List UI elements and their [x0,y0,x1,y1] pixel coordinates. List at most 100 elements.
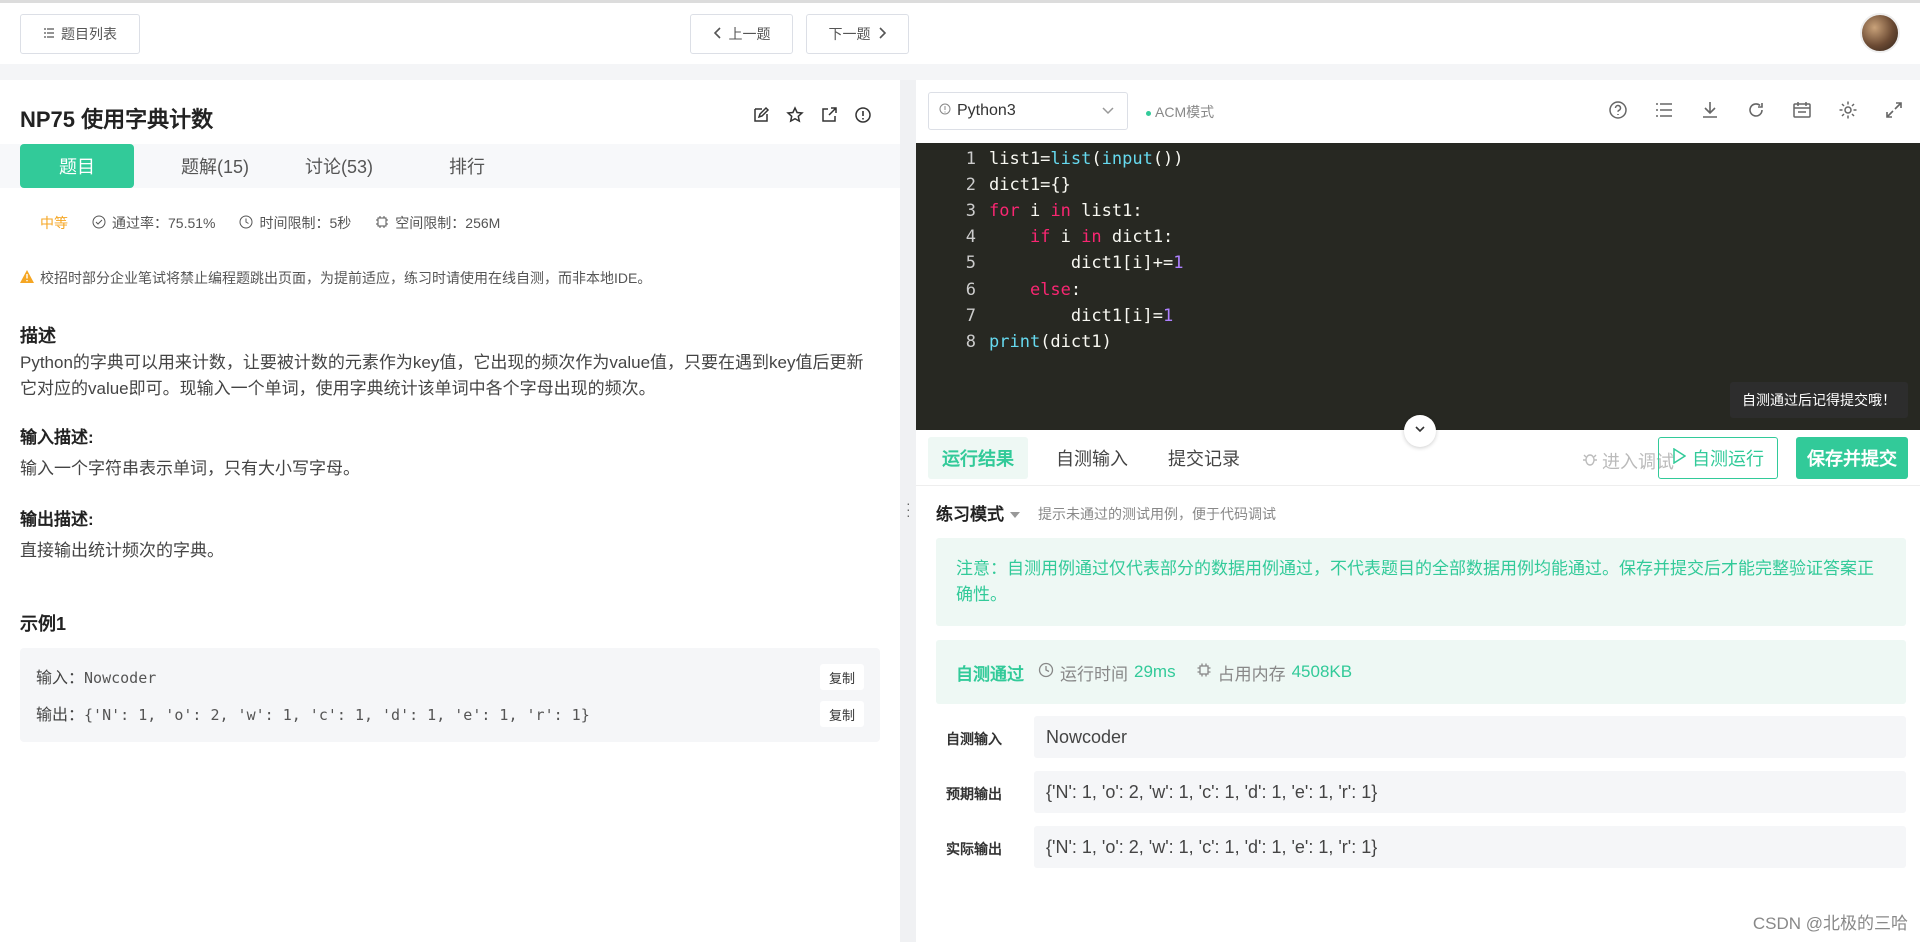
actual-output-label: 实际输出 [946,841,1002,857]
chip-icon [1196,662,1212,683]
list-icon [43,26,55,42]
copy-input-button[interactable]: 复制 [820,664,864,690]
code-line-3: for i in list1: [989,201,1143,221]
line-number: 3 [965,201,976,221]
language-select[interactable]: Python3 [928,92,1128,130]
refresh-icon[interactable] [1746,100,1766,120]
practice-mode-dropdown[interactable]: 练习模式 [936,500,1020,525]
help-icon[interactable] [1608,100,1628,120]
output-heading: 输出描述: [20,510,94,529]
expected-output-value: {'N': 1, 'o': 2, 'w': 1, 'c': 1, 'd': 1,… [1034,771,1906,813]
runtime-label: 运行时间 [1060,664,1128,684]
practice-mode-hint: 提示未通过的测试用例，便于代码调试 [1038,506,1276,522]
clock-icon [239,215,253,232]
list-icon[interactable] [1654,100,1674,120]
tab-solutions[interactable]: 题解(15) [160,144,270,188]
tab-submissions[interactable]: 提交记录 [1154,437,1254,479]
caret-down-icon [1010,503,1020,523]
copy-output-button[interactable]: 复制 [820,701,864,727]
line-number: 4 [965,227,976,247]
language-value: Python3 [957,102,1016,119]
actual-output-value: {'N': 1, 'o': 2, 'w': 1, 'c': 1, 'd': 1,… [1034,826,1906,868]
result-tabs: 运行结果 自测输入 提交记录 进入调试 自测运行 保存并提交 [916,430,1920,486]
submit-reminder-tooltip: 自测通过后记得提交哦！ [1730,382,1908,418]
space-limit-text: 空间限制：256M [395,215,501,231]
problem-tabs: 题目 题解(15) 讨论(53) 排行 [0,144,900,188]
line-number: 2 [965,175,976,195]
tab-custom-input[interactable]: 自测输入 [1042,437,1142,479]
external-link-icon[interactable] [820,106,838,124]
chip-icon [375,215,389,232]
time-limit-text: 时间限制：5秒 [259,215,352,231]
description-heading: 描述 [20,326,56,346]
example-heading: 示例1 [20,614,67,634]
practice-mode-label: 练习模式 [936,505,1004,524]
runtime-value: 29ms [1134,662,1176,681]
example-input-value: Nowcoder [84,669,157,687]
time-limit: 时间限制：5秒 [239,213,351,233]
watermark: CSDN @北极的三哈 [1752,914,1908,933]
info-circle-icon [939,102,951,120]
info-icon[interactable] [854,106,872,124]
next-problem-button[interactable]: 下一题 [806,14,909,54]
expected-output-label: 预期输出 [946,786,1002,802]
drag-handle-icon[interactable]: · · · [906,496,911,522]
ide-warning: 校招时部分企业笔试将禁止编程题跳出页面，为提前适应，练习时请使用在线自测，而非本… [20,268,651,288]
problem-meta: 中等 通过率：75.51% 时间限制：5秒 空间限制：256M [40,213,500,233]
play-icon [1672,447,1687,469]
editor-toolbar [1608,100,1904,120]
code-line-6: else: [1029,280,1082,300]
code-line-1: list1=list(input()) [989,149,1184,169]
title-actions [752,106,872,124]
avatar[interactable] [1860,13,1900,53]
notice-banner: 注意：自测用例通过仅代表部分的数据用例通过，不代表题目的全部数据用例均能通过。保… [936,538,1906,626]
chevron-down-icon [1101,103,1115,122]
clock-icon [1038,662,1054,683]
line-number: 1 [965,149,976,169]
star-icon[interactable] [786,106,804,124]
download-icon[interactable] [1700,100,1720,120]
line-number: 5 [965,253,976,273]
code-line-4: if i in dict1: [1029,227,1174,247]
tab-ranking[interactable]: 排行 [412,144,522,188]
top-bar: 题目列表 上一题 下一题 [0,0,1920,64]
acm-mode-label: ACM模式 [1146,102,1214,122]
code-line-5: dict1[i]+=1 [989,253,1184,273]
input-heading: 输入描述: [20,428,94,447]
input-description: 输入一个字符串表示单词，只有大小写字母。 [20,459,360,478]
problem-title: NP75 使用字典计数 [20,107,214,132]
edit-icon[interactable] [752,106,770,124]
code-line-2: dict1={} [989,175,1071,195]
tab-run-result[interactable]: 运行结果 [928,437,1028,479]
self-input-value: Nowcoder [1034,716,1906,758]
problem-list-button[interactable]: 题目列表 [20,14,140,54]
problem-list-label: 题目列表 [61,26,117,42]
chevron-left-icon [713,26,723,42]
chevron-right-icon [877,26,887,42]
run-label: 自测运行 [1692,449,1764,469]
output-description: 直接输出统计频次的字典。 [20,541,224,560]
gear-icon[interactable] [1838,100,1858,120]
line-number: 8 [965,332,976,352]
example-output-row: 输出：{'N': 1, 'o': 2, 'w': 1, 'c': 1, 'd':… [36,701,590,725]
calendar-icon[interactable] [1792,100,1812,120]
example-output-label: 输出： [36,707,85,724]
status-badge: 自测通过 [956,664,1024,684]
warning-text: 校招时部分企业笔试将禁止编程题跳出页面，为提前适应，练习时请使用在线自测，而非本… [40,270,652,286]
line-number: 7 [965,306,976,326]
code-line-8: print(dict1) [989,332,1112,352]
tab-discussion[interactable]: 讨论(53) [284,144,394,188]
submit-button[interactable]: 保存并提交 [1796,437,1908,479]
line-number: 6 [965,280,976,300]
memory: 占用内存 4508KB [1196,660,1352,685]
example-box: 输入：Nowcoder 复制 输出：{'N': 1, 'o': 2, 'w': … [20,648,880,742]
memory-label: 占用内存 [1217,664,1286,684]
run-button[interactable]: 自测运行 [1658,437,1778,479]
problem-panel: NP75 使用字典计数 题目 题解(15) 讨论(53) 排行 中等 通过率：7… [0,80,900,942]
fullscreen-icon[interactable] [1884,100,1904,120]
code-line-7: dict1[i]=1 [989,306,1174,326]
example-input-label: 输入： [36,670,85,687]
prev-problem-button[interactable]: 上一题 [690,14,793,54]
next-label: 下一题 [828,26,871,42]
tab-problem[interactable]: 题目 [20,144,134,188]
